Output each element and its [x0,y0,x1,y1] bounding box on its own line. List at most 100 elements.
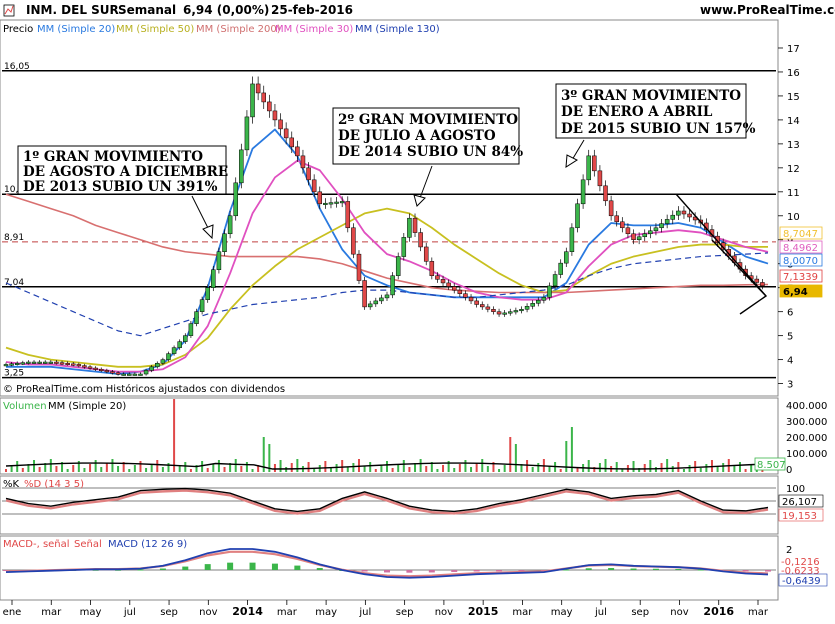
annotation-1-line-1: 1º GRAN MOVIMIENTO [23,149,203,165]
volume-bar [94,460,97,472]
candle-body [435,275,440,280]
candle-body [121,373,126,376]
candle-body [267,101,272,112]
y-tick-label: 17 [787,44,800,55]
candle-body [65,362,70,365]
volume-bar [341,460,344,472]
candle-body [300,155,306,169]
candle-body [440,279,446,284]
candle-body [608,200,614,217]
volume-bar [223,467,226,472]
volume-bar [21,468,24,472]
annotation-1-line-2: DE AGOSTO A DICIEMBRE [23,164,228,180]
candle-body [519,309,524,312]
candle-body [659,223,664,229]
x-tick-label: nov [199,607,217,618]
volume-bar [279,460,282,472]
candle-body [295,146,300,157]
candle-body [760,282,765,287]
volume-bar [189,469,192,472]
x-tick-label: mar [512,607,533,618]
volume-bar [397,464,400,472]
volume-tick-label: 100.000 [786,449,827,460]
candle-body [754,278,760,283]
level-label: 3,25 [4,369,24,379]
volume-bar [526,460,529,472]
macd-hist-bar [608,568,615,570]
volume-bar [374,469,377,472]
volume-bar [245,462,248,472]
macd-tags: -0,1216 -0,6233 -0,6439 [778,557,828,587]
candle-body [687,213,692,218]
stoch-k-label: %K [3,479,20,490]
candle-body [104,370,110,373]
x-tick-label: jul [358,607,371,618]
price-axis: 345678910111213141516178,70478,49628,007… [778,44,823,391]
x-tick-label: mar [41,607,62,618]
legend-price: Precio [3,24,33,35]
candle-body [373,300,379,305]
candle-body [42,361,48,364]
volume-bar [307,462,310,472]
price-tag-text: 6,94 [783,287,808,298]
volume-bar [100,467,103,472]
level-label: 8,91 [4,233,24,243]
volume-tick-label: 200.000 [786,433,827,444]
volume-bar [16,461,19,472]
macd-hist-bar [182,566,189,570]
candle-body [468,297,474,302]
candle-body [255,83,261,94]
volume-bar [470,467,473,472]
annotation-3-line-3: DE 2015 SUBIO UN 157% [561,121,756,137]
candle-body [328,202,334,205]
macd-hist-bar [428,570,435,573]
volume-bar [598,463,601,472]
candle-body [127,373,132,376]
volume-bar [632,461,635,472]
candle-body [446,282,451,287]
stoch-tag-1: 26,107 [782,497,817,508]
volume-bar [425,466,428,472]
candle-body [334,201,339,204]
candle-body [87,366,93,369]
price-panel-frame [0,19,779,397]
candle-body [558,262,563,275]
macd-hist-bar [227,562,234,570]
x-tick-label: mar [277,607,298,618]
volume-bar [559,469,562,472]
candle-body [339,201,345,204]
candle-body [37,361,42,364]
macd-hist-bar [518,570,525,571]
volume-bar [402,460,405,472]
legend-sma30: MM (Simple 30) [275,24,353,35]
candle-body [491,309,496,312]
macd-tick-label: 2 [786,545,792,556]
volume-bar [145,468,148,472]
volume-bar [178,466,181,472]
candle-body [552,274,558,287]
volume-bar [346,467,349,472]
candle-body [289,137,294,148]
candle-body [412,217,418,233]
candle-body [575,203,580,229]
macd-hist-bar [742,570,749,572]
candle-body [681,210,687,215]
volume-bar [89,464,92,472]
macd-hist-bar [271,563,278,570]
macd-hist-bar [249,562,256,570]
candle-body [115,372,121,375]
y-tick-label: 11 [787,188,800,199]
candle-body [222,233,227,253]
volume-bar [705,464,708,472]
x-tick-label: nov [435,607,453,618]
volume-bar [436,469,439,472]
candle-body [524,306,530,310]
volume-ma-label: MM (Simple 20) [48,401,126,412]
candle-body [205,287,210,300]
candle-body [664,219,670,224]
volume-bar [503,465,506,472]
x-tick-label: jul [594,607,607,618]
volume-bar [475,463,478,472]
price-tag-text: 8,0070 [783,256,818,267]
candle-body [648,230,653,235]
